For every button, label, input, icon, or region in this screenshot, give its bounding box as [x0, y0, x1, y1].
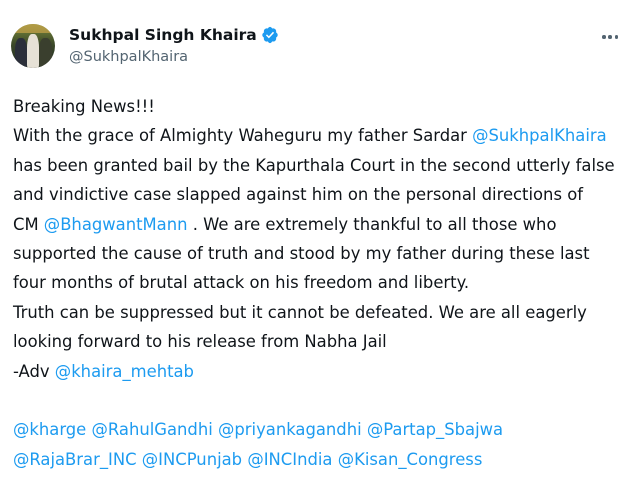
tweet-line: Breaking News!!! — [13, 97, 155, 116]
tweet-text-segment: . We are extremely thankful to all those… — [187, 214, 557, 234]
tweet-line: looking forward to his release from Nabh… — [13, 332, 387, 352]
mention-link[interactable]: @kharge — [13, 420, 86, 439]
tweet-line: supported the cause of truth and stood b… — [13, 243, 590, 263]
tweet-line: has been granted bail by the Kapurthala … — [13, 155, 615, 175]
tweet-text-segment: CM — [13, 214, 44, 234]
mention-link[interactable]: @khaira_mehtab — [55, 362, 194, 381]
tweet-line: With the grace of Almighty Waheguru my f… — [13, 121, 633, 150]
tweet-line: -Adv @khaira_mehtab — [13, 357, 633, 386]
mention-link[interactable]: @SukhpalKhaira — [472, 126, 607, 145]
more-dot — [614, 35, 618, 39]
verified-badge-icon[interactable] — [261, 26, 279, 44]
author-handle[interactable]: @SukhpalKhaira — [69, 49, 279, 65]
tweet-text-segment: -Adv — [13, 361, 55, 381]
mention-link[interactable]: @BhagwantMann — [44, 215, 188, 234]
tweet-line: Truth can be suppressed but it cannot be… — [13, 302, 587, 322]
author-avatar[interactable] — [11, 24, 55, 68]
avatar-figure — [39, 38, 52, 68]
more-dot — [608, 35, 612, 39]
mention-link[interactable]: @INCPunjab — [142, 450, 242, 469]
tweet-line: four months of brutal attack on his free… — [13, 273, 470, 293]
more-options-icon[interactable] — [598, 28, 622, 46]
mention-link[interactable]: @Partap_Sbajwa — [367, 420, 503, 439]
tweet-spacer — [13, 386, 633, 415]
tweet-text-segment: With the grace of Almighty Waheguru my f… — [13, 126, 473, 146]
mention-link[interactable]: @priyankagandhi — [218, 420, 362, 439]
more-dot — [602, 35, 606, 39]
author-name-row: Sukhpal Singh Khaira — [69, 24, 279, 46]
avatar-figure — [27, 34, 39, 68]
avatar-banner — [11, 24, 55, 33]
tweet-line: CM @BhagwantMann . We are extremely than… — [13, 210, 633, 239]
tweet-header: Sukhpal Singh Khaira @SukhpalKhaira — [69, 24, 279, 65]
mention-link[interactable]: @INCIndia — [247, 450, 332, 469]
tweet-text: Breaking News!!! With the grace of Almig… — [13, 92, 633, 474]
avatar-figure — [15, 38, 27, 68]
mention-link[interactable]: @Kisan_Congress — [338, 450, 483, 469]
mentions-row: @kharge @RahulGandhi @priyankagandhi @Pa… — [13, 415, 633, 444]
tweet-line: and vindictive case slapped against him … — [13, 185, 583, 205]
mention-link[interactable]: @RajaBrar_INC — [13, 450, 137, 469]
author-name[interactable]: Sukhpal Singh Khaira — [69, 26, 257, 44]
mentions-row: @RajaBrar_INC @INCPunjab @INCIndia @Kisa… — [13, 445, 633, 474]
mention-link[interactable]: @RahulGandhi — [91, 420, 212, 439]
